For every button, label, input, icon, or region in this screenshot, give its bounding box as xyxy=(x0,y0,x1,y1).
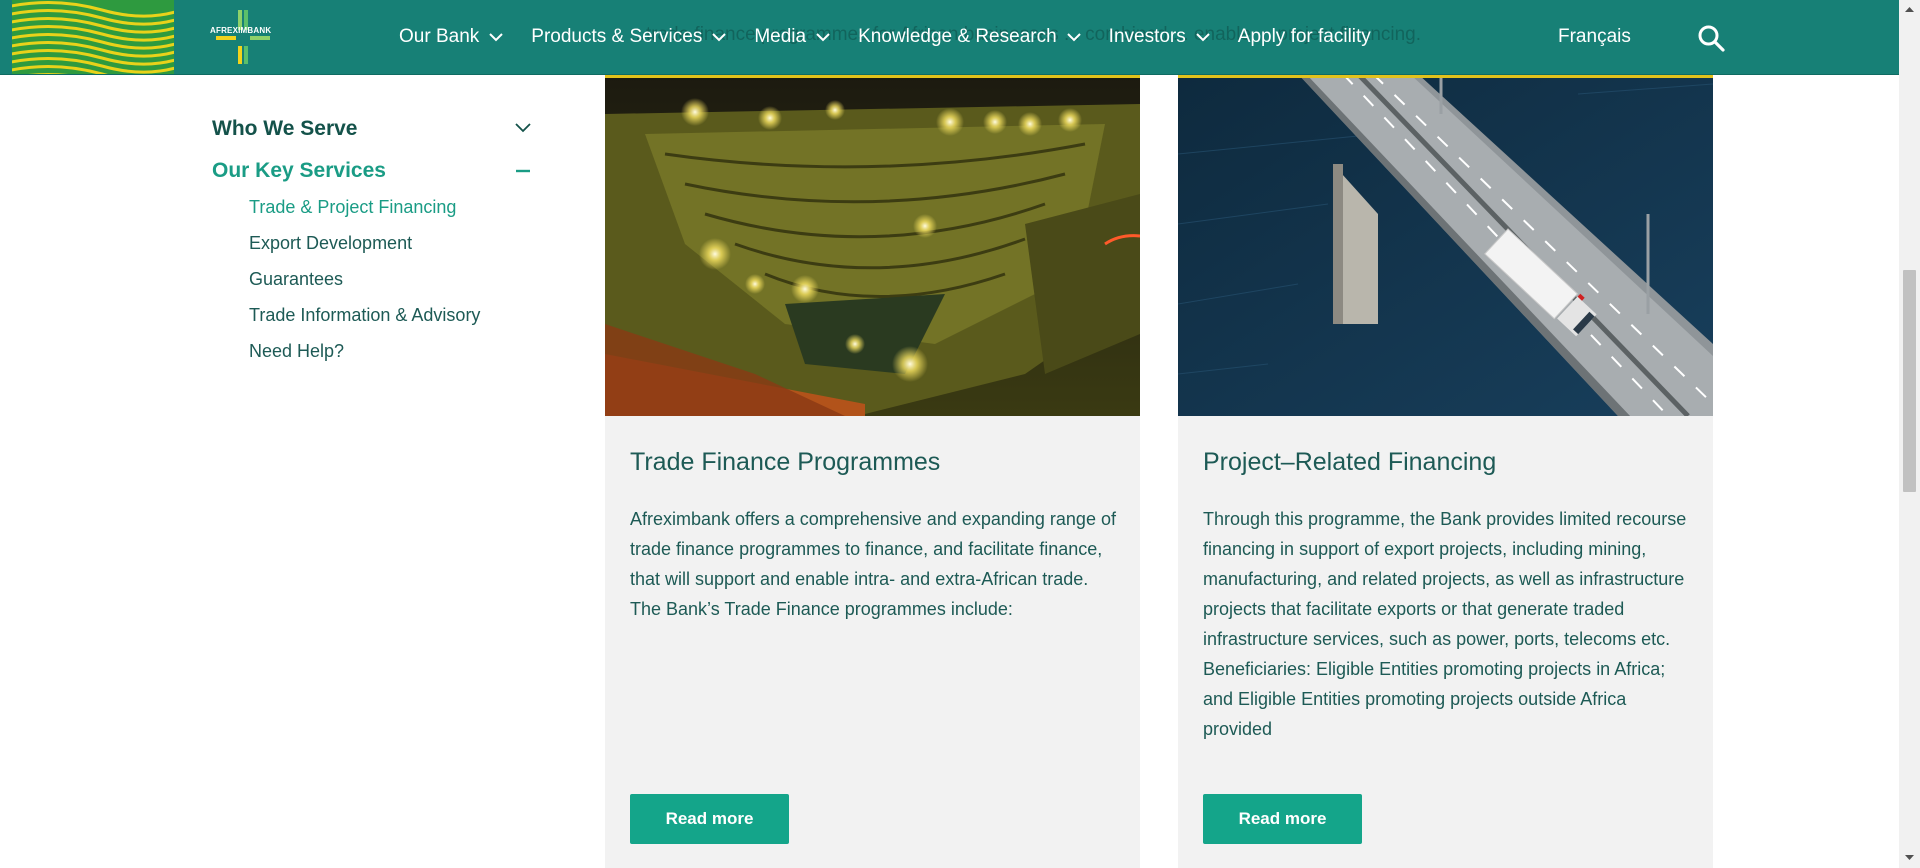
nav-label: Investors xyxy=(1108,26,1186,47)
read-more-button[interactable]: Read more xyxy=(1203,794,1362,844)
nav-label: Our Bank xyxy=(399,26,480,47)
search-button[interactable] xyxy=(1697,24,1725,52)
sidebar-section-who-we-serve[interactable]: Who We Serve xyxy=(212,117,357,141)
afreximbank-logo[interactable]: AFREXIMBANK xyxy=(210,8,280,66)
chevron-down-icon xyxy=(712,33,727,42)
bridge-truck-image xyxy=(1178,74,1713,416)
chevron-down-icon xyxy=(1066,33,1081,42)
service-card-project-financing: Project–Related Financing Through this p… xyxy=(1178,74,1713,868)
logo-mark-icon xyxy=(216,10,270,64)
nav-label: Products & Services xyxy=(531,26,703,47)
card-description: Through this programme, the Bank provide… xyxy=(1203,509,1687,739)
sidebar-item-trade-project-financing[interactable]: Trade & Project Financing xyxy=(249,197,456,218)
card-description: Afreximbank offers a comprehensive and e… xyxy=(630,509,1116,619)
sidebar-item-export-development[interactable]: Export Development xyxy=(249,233,412,254)
card-image-bridge[interactable] xyxy=(1178,74,1713,416)
scroll-up-arrow-icon[interactable] xyxy=(1904,4,1915,16)
scrollbar-thumb[interactable] xyxy=(1903,270,1916,492)
top-navigation-bar: ...trade finance programmes for African … xyxy=(0,0,1899,75)
scroll-down-arrow-icon[interactable] xyxy=(1904,851,1915,863)
minus-icon[interactable] xyxy=(514,162,532,180)
chevron-down-icon xyxy=(816,33,830,42)
nav-products-services[interactable]: Products & Services xyxy=(531,26,727,48)
read-more-button[interactable]: Read more xyxy=(630,794,789,844)
nav-label: Knowledge & Research xyxy=(858,26,1057,47)
nav-media[interactable]: Media xyxy=(754,26,830,48)
card-title: Trade Finance Programmes xyxy=(630,448,941,476)
chevron-down-icon[interactable] xyxy=(514,119,532,137)
nav-our-bank[interactable]: Our Bank xyxy=(399,26,503,48)
sidebar-item-guarantees[interactable]: Guarantees xyxy=(249,269,343,290)
open-pit-mine-image xyxy=(605,74,1140,416)
sidebar-section-our-key-services[interactable]: Our Key Services xyxy=(212,159,386,183)
chevron-down-icon xyxy=(1196,33,1210,42)
main-nav: Our Bank Products & Services Media Knowl… xyxy=(399,0,1399,74)
chevron-down-icon xyxy=(489,33,503,42)
card-title: Project–Related Financing xyxy=(1203,448,1497,476)
decorative-pattern xyxy=(12,0,174,74)
nav-label: Media xyxy=(754,26,807,47)
sidebar-item-need-help[interactable]: Need Help? xyxy=(249,341,344,362)
logo-wordmark: AFREXIMBANK xyxy=(210,26,272,35)
page-scrollbar[interactable] xyxy=(1899,0,1920,868)
card-image-mine[interactable] xyxy=(605,74,1140,416)
language-switch-link[interactable]: Français xyxy=(1558,26,1631,48)
nav-investors[interactable]: Investors xyxy=(1109,26,1210,48)
search-icon xyxy=(1698,25,1725,52)
sidebar-item-trade-information-advisory[interactable]: Trade Information & Advisory xyxy=(249,305,480,326)
service-card-trade-finance: Trade Finance Programmes Afreximbank off… xyxy=(605,74,1140,868)
nav-label: Apply for facility xyxy=(1237,26,1371,47)
nav-apply-for-facility[interactable]: Apply for facility xyxy=(1238,26,1371,48)
nav-knowledge-research[interactable]: Knowledge & Research xyxy=(858,26,1081,48)
